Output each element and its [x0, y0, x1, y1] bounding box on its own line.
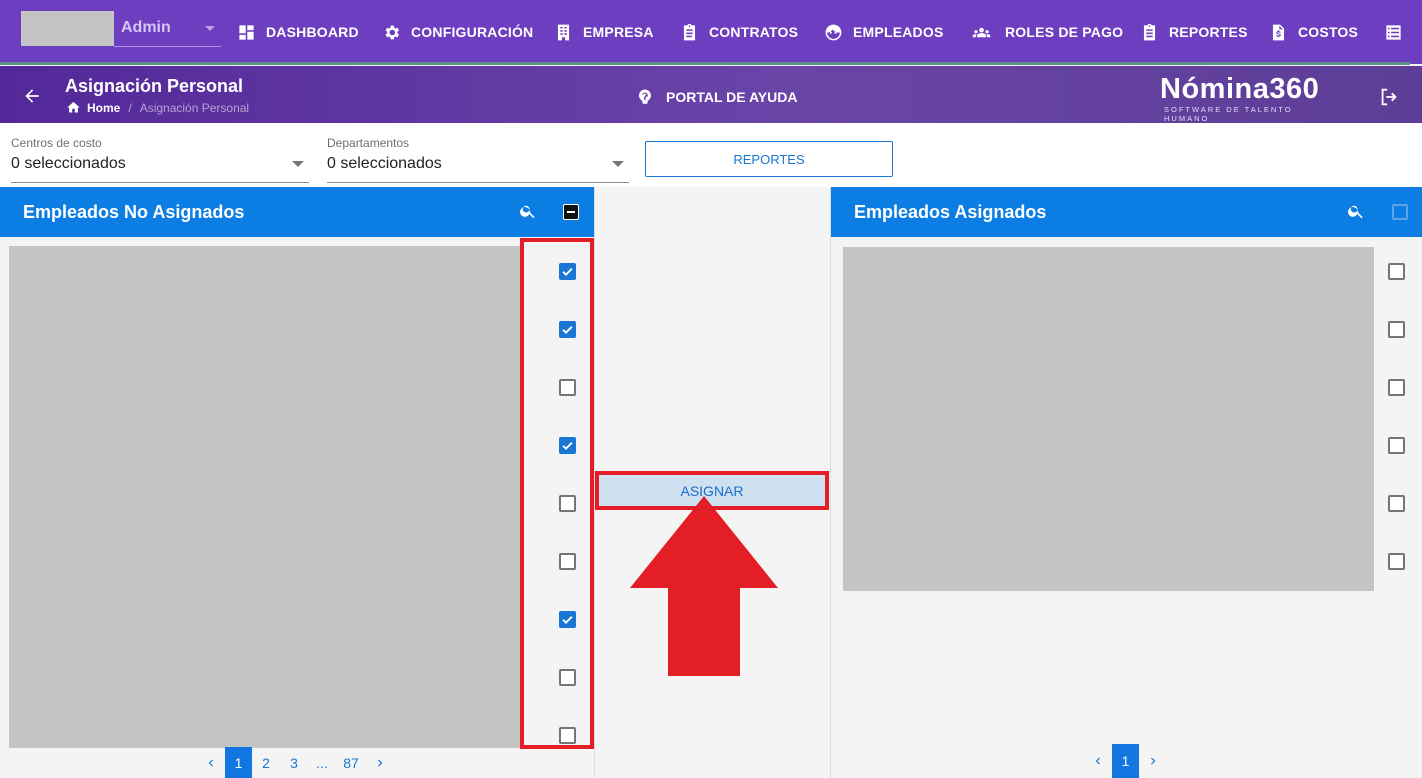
reports-button[interactable]: REPORTES [645, 141, 893, 177]
up-arrow-annotation-icon [630, 496, 778, 676]
page-header: Asignación Personal Home / Asignación Pe… [0, 66, 1422, 123]
face-icon [825, 24, 842, 40]
chevron-left-icon [1095, 757, 1100, 765]
search-icon[interactable] [1347, 202, 1365, 220]
home-icon [67, 101, 80, 113]
prev-page-button[interactable] [197, 747, 225, 778]
page-button[interactable]: 1 [1112, 744, 1139, 778]
top-navbar: Admin DASHBOARD CONFIGURACIÓN EMPRESA CO… [0, 0, 1422, 65]
nav-dashboard[interactable]: DASHBOARD [237, 20, 359, 44]
page-button[interactable]: 87 [336, 747, 366, 778]
department-select[interactable]: Departamentos 0 seleccionados [327, 136, 629, 183]
row-checkbox[interactable] [1388, 437, 1405, 454]
indeterminate-icon [564, 205, 578, 219]
gear-icon [385, 25, 400, 39]
logo-main-text: Nómina360 [1160, 73, 1320, 105]
help-label: PORTAL DE AYUDA [666, 89, 798, 105]
help-icon [639, 89, 651, 104]
row-checkbox[interactable] [1388, 263, 1405, 280]
breadcrumb-home[interactable]: Home [87, 101, 120, 115]
page-title: Asignación Personal [65, 76, 244, 96]
prev-page-button[interactable] [1084, 746, 1112, 777]
unassigned-employees-panel: Empleados No Asignados [0, 187, 594, 778]
indeterminate-mark [567, 211, 575, 213]
nav-contratos[interactable]: CONTRATOS [680, 20, 798, 44]
dashboard-icon [239, 24, 254, 40]
nav-reportes[interactable]: REPORTES [1140, 20, 1248, 44]
nav-contratos-label: CONTRATOS [709, 24, 799, 40]
caret-down-icon [612, 161, 624, 167]
nav-reportes-label: REPORTES [1169, 24, 1248, 40]
panel-header: Empleados No Asignados [0, 187, 594, 237]
panel-header: Empleados Asignados [831, 187, 1422, 237]
highlight-annotation-box [520, 238, 594, 749]
nav-costos-label: COSTOS [1298, 24, 1359, 40]
cost-center-label: Centros de costo [11, 136, 102, 150]
user-role-select[interactable]: Admin [114, 11, 221, 47]
search-icon[interactable] [519, 202, 537, 220]
list-icon [1386, 24, 1401, 40]
department-label: Departamentos [327, 136, 410, 150]
nav-costos[interactable]: COSTOS [1269, 20, 1358, 44]
nav-empleados[interactable]: EMPLEADOS [824, 20, 943, 44]
nav-configuracion-label: CONFIGURACIÓN [411, 24, 534, 40]
clipboard-icon [683, 23, 696, 40]
caret-down-icon [205, 26, 215, 31]
back-arrow-icon[interactable] [22, 86, 42, 106]
logo-tagline: SOFTWARE DE TALENTO HUMANO [1164, 105, 1293, 123]
user-avatar-placeholder [21, 11, 114, 46]
page-button[interactable]: 3 [280, 747, 308, 778]
assigned-employees-panel: Empleados Asignados [831, 187, 1422, 778]
assigned-list-placeholder [843, 247, 1374, 591]
page-ellipsis: ... [316, 754, 328, 771]
cost-center-select[interactable]: Centros de costo 0 seleccionados [11, 136, 309, 183]
nav-progress-line [0, 62, 1410, 65]
building-icon [557, 24, 570, 40]
right-pagination: 1 [1084, 744, 1167, 778]
breadcrumb-current: Asignación Personal [139, 100, 250, 115]
chevron-right-icon [1151, 757, 1156, 765]
select-all-checkbox[interactable] [563, 204, 579, 220]
nav-more[interactable] [1384, 20, 1413, 44]
nav-empresa-label: EMPRESA [583, 24, 654, 40]
invoice-icon [1272, 24, 1285, 40]
page-button[interactable]: 1 [225, 747, 252, 778]
nav-configuracion[interactable]: CONFIGURACIÓN [382, 20, 533, 44]
brand-logo: Nómina360 SOFTWARE DE TALENTO HUMANO [1160, 74, 1340, 123]
help-portal-link[interactable]: PORTAL DE AYUDA [636, 88, 797, 106]
breadcrumb-separator: / [128, 100, 132, 115]
breadcrumb: Home / Asignación Personal [66, 100, 249, 115]
nav-dashboard-label: DASHBOARD [266, 24, 359, 40]
chevron-left-icon [208, 759, 213, 766]
department-value: 0 seleccionados [327, 155, 442, 172]
next-page-button[interactable] [366, 747, 394, 778]
row-checkbox[interactable] [1388, 379, 1405, 396]
nav-roles-de-pago[interactable]: ROLES DE PAGO [968, 20, 1123, 44]
row-checkbox[interactable] [1388, 321, 1405, 338]
employee-list-placeholder [9, 246, 520, 748]
panel-title: Empleados Asignados [854, 202, 1047, 222]
user-role-value: Admin [121, 19, 171, 36]
caret-down-icon [292, 161, 304, 167]
group-icon [972, 27, 991, 37]
row-checkbox[interactable] [1388, 495, 1405, 512]
filters-bar: Centros de costo 0 seleccionados Departa… [0, 123, 1422, 187]
logout-icon[interactable] [1378, 86, 1400, 108]
cost-center-value: 0 seleccionados [11, 155, 126, 172]
next-page-button[interactable] [1139, 746, 1167, 777]
row-checkbox[interactable] [1388, 553, 1405, 570]
nav-empleados-label: EMPLEADOS [853, 24, 944, 40]
chevron-right-icon [378, 759, 383, 766]
nav-empresa[interactable]: EMPRESA [554, 20, 654, 44]
page-button[interactable]: 2 [252, 747, 280, 778]
left-pagination: 1 2 3 ... 87 [197, 747, 394, 778]
report-icon [1143, 23, 1156, 40]
select-all-checkbox[interactable] [1392, 204, 1408, 220]
nav-roles-label: ROLES DE PAGO [1005, 24, 1124, 40]
panel-title: Empleados No Asignados [23, 202, 245, 222]
